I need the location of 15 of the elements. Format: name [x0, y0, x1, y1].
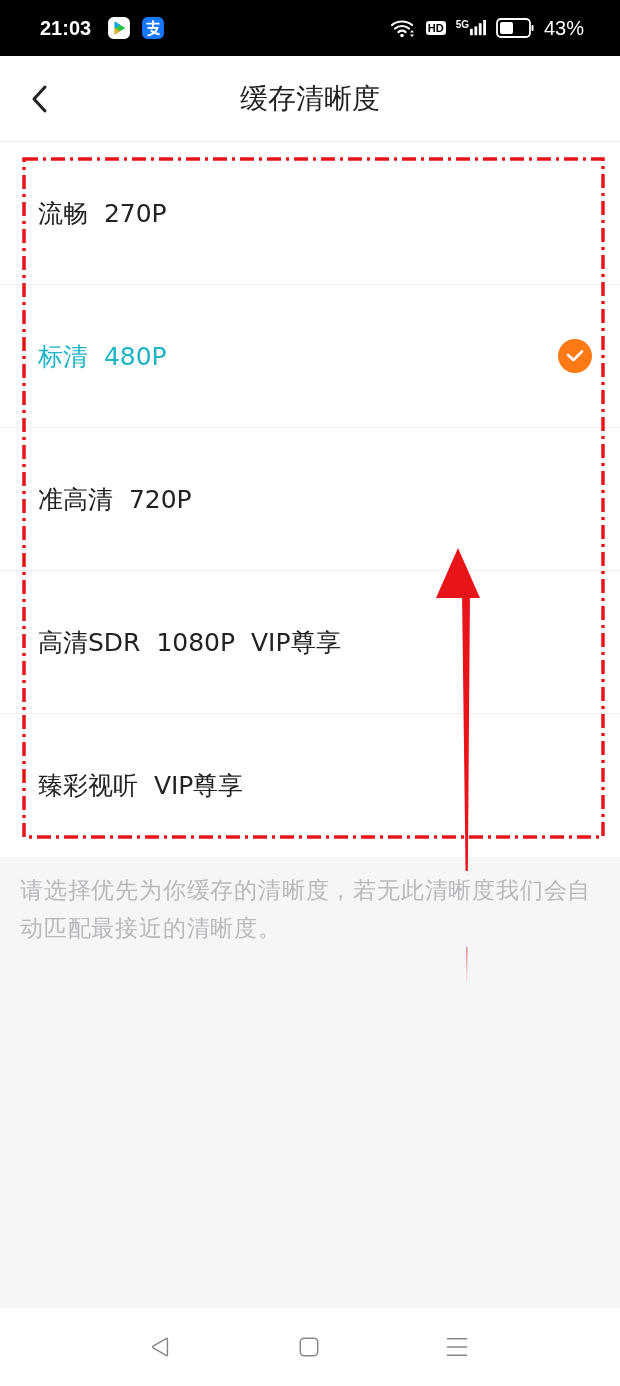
- wifi-icon: [389, 18, 416, 38]
- network-label: 5G: [455, 19, 469, 30]
- checkmark-icon: [557, 338, 593, 374]
- battery-icon: [495, 18, 534, 38]
- menu-icon[interactable]: [446, 1336, 468, 1358]
- quality-option[interactable]: 臻彩视听 VIP尊享: [0, 714, 620, 857]
- home-nav-icon[interactable]: [298, 1336, 320, 1358]
- video-app-icon: [107, 16, 132, 40]
- signal-icon: [469, 19, 486, 37]
- hd-badge: HD: [425, 21, 446, 35]
- page-title: 缓存清晰度: [240, 80, 380, 117]
- battery-percentage: 43%: [543, 16, 584, 40]
- payment-app-icon: [141, 16, 166, 40]
- clock: 21:03: [40, 16, 92, 40]
- quality-option[interactable]: 流畅 270P: [0, 142, 620, 285]
